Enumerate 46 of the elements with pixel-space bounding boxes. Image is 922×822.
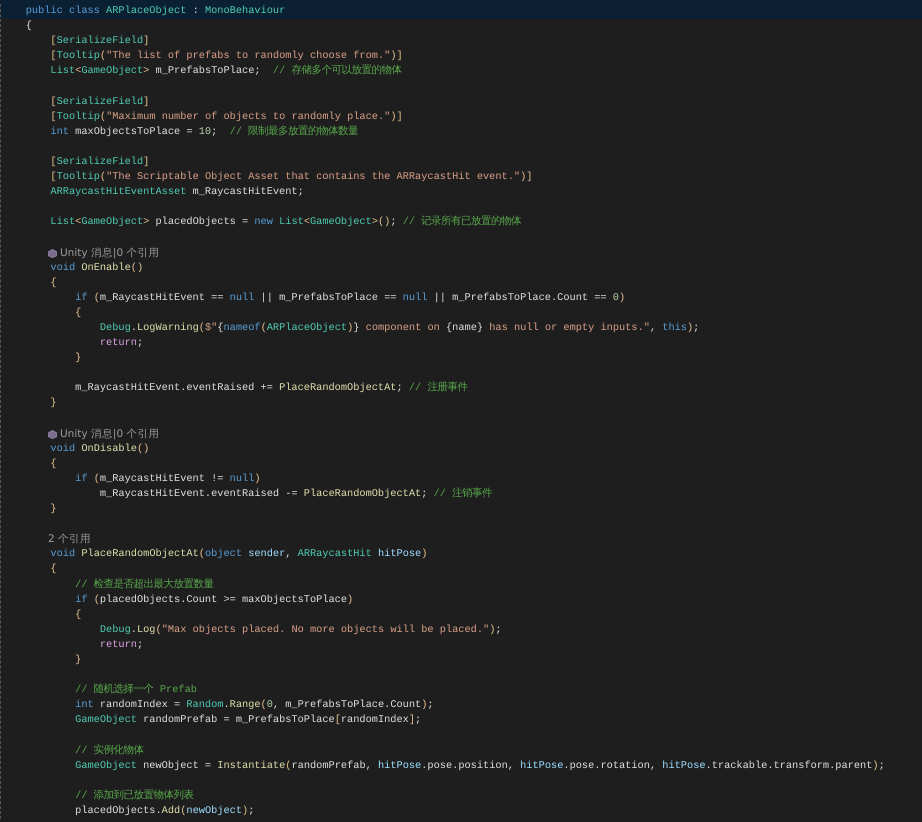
codelens-reference-text[interactable]: Unity 消息|0 个引用: [60, 246, 160, 261]
code-line: // 实例化物体: [74, 744, 144, 757]
code-line: GameObject newObject = Instantiate(randomPrefab, hitPose.pose.position, hitPose.pose.rotation, hitPose.trackable.transform.parent);: [74, 760, 885, 772]
code-line: return;: [98, 638, 144, 651]
code-line: // 随机选择一个 Prefab: [74, 684, 197, 696]
code-line: List<GameObject> placedObjects = new List<GameObject>(); // 记录所有已放置的物体: [49, 216, 522, 228]
code-line: void OnDisable(): [49, 442, 150, 455]
code-line: List<GameObject> m_PrefabsToPlace; // 存储多个可以放置的物体: [49, 65, 402, 78]
code-line: {: [49, 563, 57, 576]
code-line: void OnEnable(): [49, 262, 144, 274]
code-line: placedObjects.Add(newObject);: [74, 804, 254, 817]
cube-icon: [48, 430, 57, 439]
code-line: GameObject randomPrefab = m_PrefabsToPlace[randomIndex];: [74, 714, 422, 726]
code-line: }: [74, 352, 82, 364]
code-line: void PlaceRandomObjectAt(object sender, ARRaycastHit hitPose): [49, 548, 428, 560]
code-line: [SerializeField]: [49, 35, 150, 48]
code-line: Debug.LogWarning($"{nameof(ARPlaceObject)} component on {name} has null or empty inputs.", this);: [98, 322, 700, 334]
cube-icon: [48, 248, 57, 258]
code-line: [SerializeField]: [49, 156, 150, 168]
code-line: int randomIndex = Random.Range(0, m_PrefabsToPlace.Count);: [74, 699, 434, 712]
code-line: [Tooltip("The list of prefabs to randomly choose from.")]: [49, 50, 403, 62]
code-line: }: [49, 397, 57, 410]
code-line: public class ARPlaceObject : MonoBehaviour: [24, 5, 286, 17]
code-line: {: [24, 20, 32, 32]
code-line: if (m_RaycastHitEvent != null): [74, 472, 261, 485]
code-line: {: [74, 306, 82, 319]
code-line: ARRaycastHitEventAsset m_RaycastHitEvent;: [49, 186, 304, 198]
code-line: {: [49, 276, 57, 289]
code-line: {: [49, 458, 57, 470]
code-line: }: [74, 654, 82, 666]
code-line: return;: [98, 337, 144, 350]
code-line: {: [74, 608, 82, 621]
code-line: [SerializeField]: [49, 96, 150, 108]
codelens-reference-text[interactable]: 2 个引用: [48, 532, 92, 548]
code-line: if (m_RaycastHitEvent == null || m_PrefabsToPlace == null || m_PrefabsToPlace.Count == 0): [74, 292, 626, 304]
code-line: [Tooltip("Maximum number of objects to randomly place.")]: [49, 110, 403, 123]
code-line: // 检查是否超出最大放置数量: [74, 578, 214, 591]
code-line: int maxObjectsToPlace = 10; // 限制最多放置的物体数量: [49, 126, 358, 138]
code-line: Debug.Log("Max objects placed. No more objects will be placed.");: [98, 624, 502, 636]
code-line: // 添加到已放置物体列表: [74, 790, 194, 802]
codelens-reference-text[interactable]: Unity 消息|0 个引用: [60, 426, 160, 442]
code-line: }: [49, 503, 57, 516]
code-line: m_RaycastHitEvent.eventRaised -= PlaceRandomObjectAt; // 注销事件: [98, 488, 492, 500]
code-line: [Tooltip("The Scriptable Object Asset that contains the ARRaycastHit event.")]: [49, 171, 532, 184]
code-line: m_RaycastHitEvent.eventRaised += PlaceRandomObjectAt; // 注册事件: [74, 382, 468, 394]
code-line: if (placedObjects.Count >= maxObjectsToPlace): [74, 594, 354, 606]
